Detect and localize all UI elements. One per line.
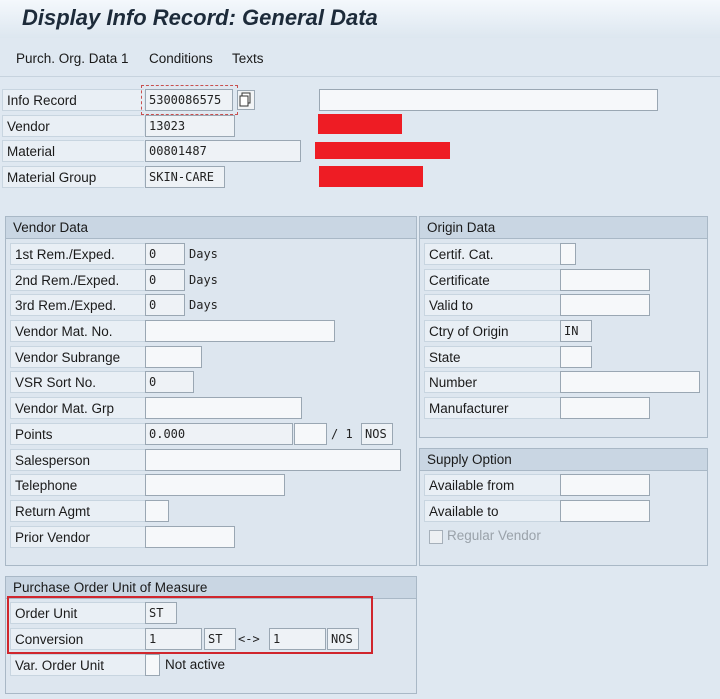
regular-vendor-label: Regular Vendor — [447, 528, 541, 543]
conversion-left-unit-field[interactable]: ST — [204, 628, 236, 650]
rem1-field[interactable]: 0 — [145, 243, 185, 265]
ctry-of-origin-field[interactable]: IN — [560, 320, 592, 342]
var-order-unit-text: Not active — [165, 657, 226, 672]
rem2-unit: Days — [189, 273, 218, 287]
copy-icon[interactable] — [237, 90, 255, 110]
info-record-description-field[interactable] — [319, 89, 658, 111]
material-group-label: Material Group — [2, 166, 144, 188]
var-order-unit-field[interactable] — [145, 654, 160, 676]
ctry-of-origin-label: Ctry of Origin — [424, 320, 560, 342]
number-label: Number — [424, 371, 560, 393]
focus-frame — [141, 85, 238, 115]
order-unit-field[interactable]: ST — [145, 602, 177, 624]
salesperson-field[interactable] — [145, 449, 401, 471]
points-label: Points — [10, 423, 145, 445]
page-title: Display Info Record: General Data — [22, 5, 378, 30]
points-field[interactable]: 0.000 — [145, 423, 293, 445]
available-from-label: Available from — [424, 474, 560, 496]
vsr-sort-field[interactable]: 0 — [145, 371, 194, 393]
vendor-mat-grp-label: Vendor Mat. Grp — [10, 397, 145, 419]
conversion-left-value-field[interactable]: 1 — [145, 628, 202, 650]
redacted-material-description — [315, 142, 450, 159]
application-toolbar: Purch. Org. Data 1 Conditions Texts — [0, 38, 720, 77]
redacted-material-group-description — [319, 166, 423, 187]
vendor-subrange-field[interactable] — [145, 346, 202, 368]
return-agmt-field[interactable] — [145, 500, 169, 522]
vendor-mat-grp-field[interactable] — [145, 397, 302, 419]
vendor-data-header: Vendor Data — [6, 217, 416, 239]
rem3-unit: Days — [189, 298, 218, 312]
salesperson-label: Salesperson — [10, 449, 145, 471]
vendor-field[interactable]: 13023 — [145, 115, 235, 137]
info-record-label: Info Record — [2, 89, 144, 111]
rem1-label: 1st Rem./Exped. — [10, 243, 145, 265]
return-agmt-label: Return Agmt — [10, 500, 145, 522]
available-from-field[interactable] — [560, 474, 650, 496]
manufacturer-label: Manufacturer — [424, 397, 560, 419]
certificate-label: Certificate — [424, 269, 560, 291]
vendor-subrange-label: Vendor Subrange — [10, 346, 145, 368]
conversion-arrow: <-> — [238, 632, 260, 646]
telephone-field[interactable] — [145, 474, 285, 496]
po-unit-header: Purchase Order Unit of Measure — [6, 577, 416, 599]
state-label: State — [424, 346, 560, 368]
material-label: Material — [2, 140, 144, 162]
texts-button[interactable]: Texts — [232, 51, 264, 66]
rem3-field[interactable]: 0 — [145, 294, 185, 316]
valid-to-label: Valid to — [424, 294, 560, 316]
available-to-field[interactable] — [560, 500, 650, 522]
rem1-unit: Days — [189, 247, 218, 261]
var-order-unit-label: Var. Order Unit — [10, 654, 145, 676]
conversion-right-unit-field[interactable]: NOS — [327, 628, 359, 650]
conversion-right-value-field[interactable]: 1 — [269, 628, 326, 650]
certificate-field[interactable] — [560, 269, 650, 291]
points-unit-field[interactable]: NOS — [361, 423, 393, 445]
conditions-button[interactable]: Conditions — [149, 51, 213, 66]
origin-data-header: Origin Data — [420, 217, 707, 239]
conversion-label: Conversion — [10, 628, 145, 650]
vendor-label: Vendor — [2, 115, 144, 137]
regular-vendor-checkbox[interactable] — [429, 530, 443, 544]
rem3-label: 3rd Rem./Exped. — [10, 294, 145, 316]
points-per-text: / 1 — [331, 427, 353, 441]
available-to-label: Available to — [424, 500, 560, 522]
certif-cat-field[interactable] — [560, 243, 576, 265]
state-field[interactable] — [560, 346, 592, 368]
certif-cat-label: Certif. Cat. — [424, 243, 560, 265]
vsr-sort-label: VSR Sort No. — [10, 371, 145, 393]
valid-to-field[interactable] — [560, 294, 650, 316]
rem2-label: 2nd Rem./Exped. — [10, 269, 145, 291]
manufacturer-field[interactable] — [560, 397, 650, 419]
material-group-field[interactable]: SKIN-CARE — [145, 166, 225, 188]
rem2-field[interactable]: 0 — [145, 269, 185, 291]
vendor-mat-no-field[interactable] — [145, 320, 335, 342]
order-unit-label: Order Unit — [10, 602, 145, 624]
vendor-mat-no-label: Vendor Mat. No. — [10, 320, 145, 342]
purch-org-data-button[interactable]: Purch. Org. Data 1 — [16, 51, 129, 66]
material-field[interactable]: 00801487 — [145, 140, 301, 162]
redacted-vendor-name — [318, 114, 402, 134]
prior-vendor-field[interactable] — [145, 526, 235, 548]
supply-option-header: Supply Option — [420, 449, 707, 471]
points-extra-field[interactable] — [294, 423, 327, 445]
telephone-label: Telephone — [10, 474, 145, 496]
number-field[interactable] — [560, 371, 700, 393]
prior-vendor-label: Prior Vendor — [10, 526, 145, 548]
